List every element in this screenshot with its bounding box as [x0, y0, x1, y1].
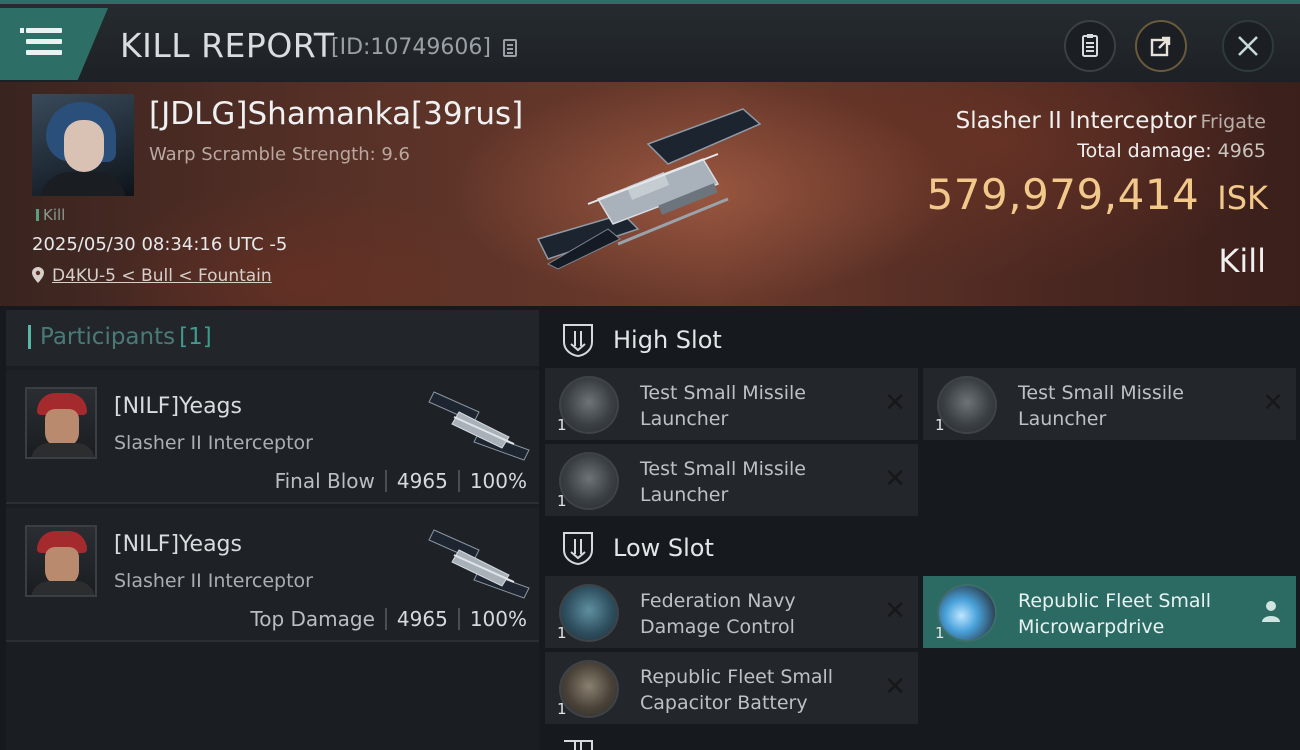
- participant-card[interactable]: [NILF]Yeags Slasher II Interceptor Top D…: [6, 508, 539, 642]
- location-link[interactable]: D4KU-5 < Bull < Fountain: [52, 266, 272, 286]
- module-item[interactable]: 1 Republic Fleet Small Capacitor Battery…: [545, 652, 918, 724]
- participant-stats: Final Blow 4965 100%: [275, 469, 527, 493]
- capacitor-battery-icon: [559, 660, 619, 718]
- module-quantity: 1: [557, 416, 567, 434]
- victim-name[interactable]: [JDLG]Shamanka[39rus]: [149, 96, 523, 132]
- module-quantity: 1: [935, 416, 945, 434]
- low-slot-title: Low Slot: [613, 534, 714, 562]
- participant-role: Top Damage: [250, 607, 375, 631]
- warp-scramble-strength: Warp Scramble Strength: 9.6: [149, 144, 411, 165]
- notes-icon: [1082, 34, 1098, 57]
- participant-name[interactable]: [NILF]Yeags: [114, 532, 242, 557]
- module-name: Test Small Missile Launcher: [1018, 382, 1184, 430]
- high-slot-title: High Slot: [613, 326, 722, 354]
- high-slot-icon: [563, 324, 593, 358]
- participant-role: Final Blow: [274, 469, 375, 493]
- header-bar: KILL REPORT [ID:10749606]: [0, 0, 1300, 82]
- missile-launcher-icon: [937, 376, 997, 434]
- module-item[interactable]: 1 Test Small Missile Launcher ✕: [545, 444, 918, 516]
- avatar[interactable]: [25, 525, 97, 597]
- participant-percent: 100%: [469, 469, 527, 493]
- participant-ship: Slasher II Interceptor: [114, 570, 313, 592]
- kill-location[interactable]: D4KU-5 < Bull < Fountain: [32, 266, 272, 286]
- module-name: Republic Fleet Small Microwarpdrive: [1018, 590, 1212, 638]
- module-quantity: 1: [557, 624, 567, 642]
- damage-control-icon: [559, 584, 619, 642]
- participant-damage: 4965: [396, 607, 448, 631]
- participant-ship: Slasher II Interceptor: [114, 432, 313, 454]
- participants-panel: Participants [1] [NILF]Yeags Slasher II I…: [6, 310, 539, 750]
- notes-button[interactable]: [1064, 20, 1116, 72]
- victim-ship-name[interactable]: Slasher II Interceptor Frigate: [956, 108, 1266, 134]
- module-item[interactable]: 1 Federation Navy Damage Control ✕: [545, 576, 918, 648]
- participants-header[interactable]: Participants [1]: [6, 310, 539, 366]
- victim-banner: [JDLG]Shamanka[39rus] Warp Scramble Stre…: [0, 82, 1300, 306]
- kill-type: Kill: [1218, 242, 1266, 280]
- participant-name[interactable]: [NILF]Yeags: [114, 394, 242, 419]
- participant-damage: 4965: [396, 469, 448, 493]
- low-slot-icon: [563, 532, 593, 566]
- module-name: Test Small Missile Launcher: [640, 458, 806, 506]
- kill-badge: Kill: [36, 206, 65, 224]
- microwarpdrive-icon: [937, 584, 997, 642]
- share-icon: [1150, 36, 1171, 57]
- module-name: Federation Navy Damage Control: [640, 590, 796, 638]
- module-name: Republic Fleet Small Capacitor Battery: [640, 666, 834, 714]
- next-slot-header-clipped: [545, 738, 1300, 750]
- destroyed-x-icon: ✕: [884, 672, 906, 702]
- module-quantity: 1: [935, 624, 945, 642]
- avatar[interactable]: [25, 387, 97, 459]
- close-button[interactable]: [1222, 20, 1274, 72]
- module-quantity: 1: [557, 700, 567, 718]
- high-slot-header: High Slot: [545, 312, 1300, 368]
- victim-ship-image[interactable]: [528, 104, 768, 274]
- destroyed-x-icon: ✕: [884, 596, 906, 626]
- missile-launcher-icon: [559, 376, 619, 434]
- fitting-panel: High Slot 1 Test Small Missile Launcher …: [545, 310, 1300, 750]
- person-icon: [1262, 601, 1280, 622]
- participant-percent: 100%: [469, 607, 527, 631]
- module-item[interactable]: 1 Test Small Missile Launcher ✕: [545, 368, 918, 440]
- module-item[interactable]: 1 Test Small Missile Launcher ✕: [923, 368, 1296, 440]
- report-id: [ID:10749606]: [331, 35, 491, 60]
- participant-ship-image: [428, 391, 530, 461]
- module-item-dropped[interactable]: 1 Republic Fleet Small Microwarpdrive: [923, 576, 1296, 648]
- destroyed-x-icon: ✕: [884, 464, 906, 494]
- module-name: Test Small Missile Launcher: [640, 382, 806, 430]
- destroyed-x-icon: ✕: [884, 388, 906, 418]
- page-title: KILL REPORT: [120, 26, 335, 65]
- participant-card[interactable]: [NILF]Yeags Slasher II Interceptor Final…: [6, 370, 539, 504]
- menu-button[interactable]: [0, 8, 108, 80]
- destroyed-x-icon: ✕: [1262, 388, 1284, 418]
- total-damage: Total damage: 4965: [1077, 140, 1266, 162]
- close-icon: [1238, 36, 1258, 56]
- module-quantity: 1: [557, 492, 567, 510]
- menu-icon: [20, 28, 62, 56]
- copy-icon[interactable]: [503, 39, 517, 57]
- victim-portrait[interactable]: [32, 94, 134, 196]
- participants-title: Participants [1]: [40, 324, 212, 350]
- low-slot-header: Low Slot: [545, 520, 1300, 576]
- ship-class: Frigate: [1200, 111, 1266, 133]
- share-button[interactable]: [1135, 20, 1187, 72]
- participant-stats: Top Damage 4965 100%: [250, 607, 527, 631]
- kill-timestamp: 2025/05/30 08:34:16 UTC -5: [32, 234, 288, 255]
- participant-ship-image: [428, 529, 530, 599]
- location-pin-icon: [32, 267, 44, 283]
- missile-launcher-icon: [559, 452, 619, 510]
- isk-value: 579,979,414 ISK: [926, 170, 1268, 219]
